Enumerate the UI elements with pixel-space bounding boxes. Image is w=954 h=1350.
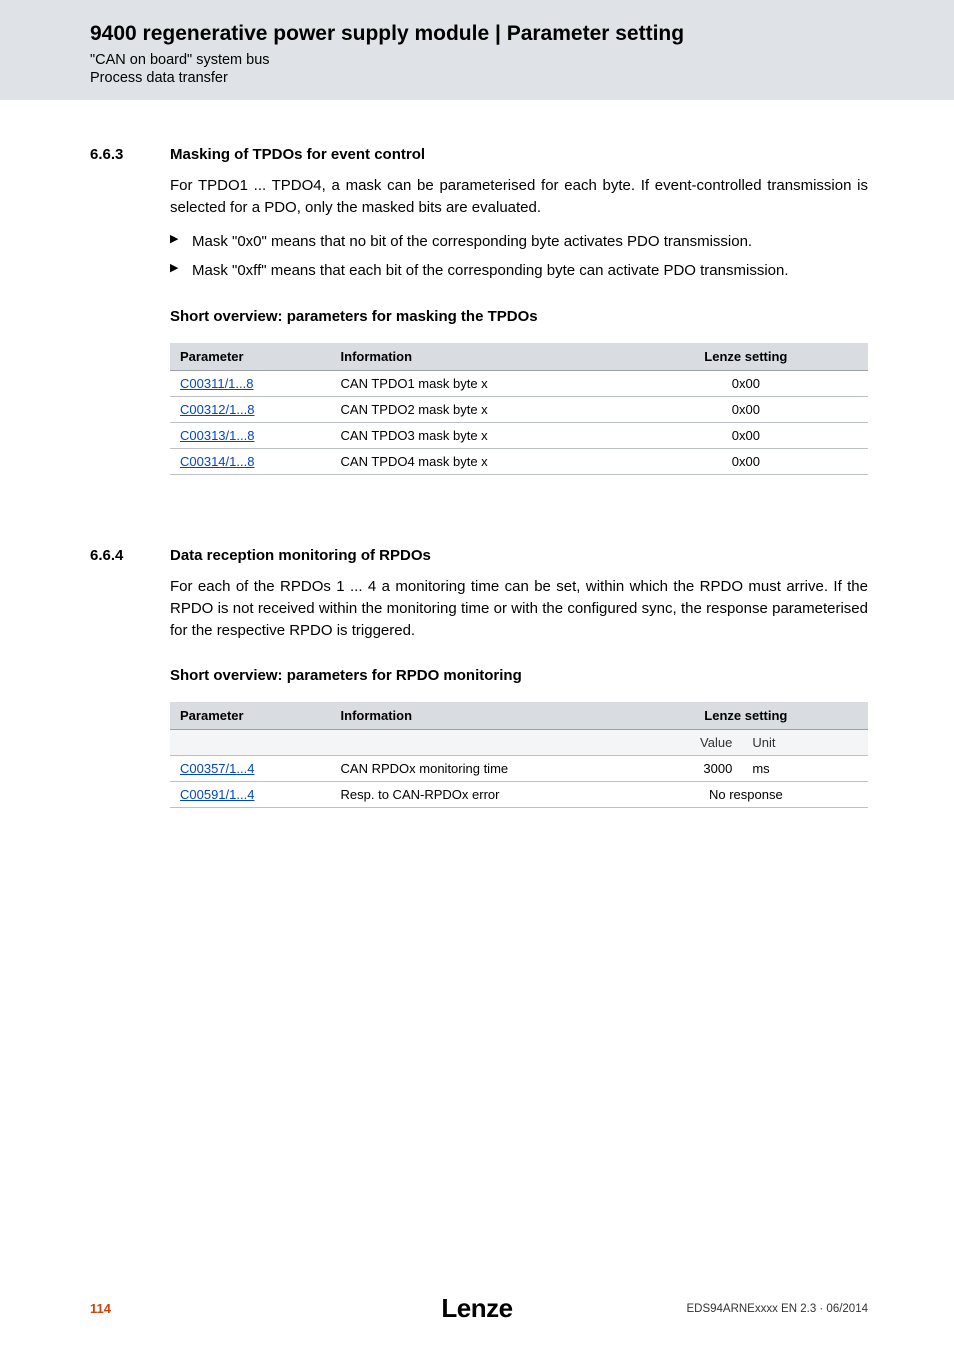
section-body: For each of the RPDOs 1 ... 4 a monitori… bbox=[170, 576, 868, 808]
bullet-item: Mask "0xff" means that each bit of the c… bbox=[170, 260, 868, 282]
table-row: C00312/1...8 CAN TPDO2 mask byte x 0x00 bbox=[170, 397, 868, 423]
subhdr-unit: Unit bbox=[742, 730, 868, 756]
cell-info: CAN TPDO2 mask byte x bbox=[331, 397, 624, 423]
cell-info: Resp. to CAN-RPDOx error bbox=[331, 782, 624, 808]
table-row: C00357/1...4 CAN RPDOx monitoring time 3… bbox=[170, 756, 868, 782]
cell-info: CAN TPDO3 mask byte x bbox=[331, 423, 624, 449]
bullet-list: Mask "0x0" means that no bit of the corr… bbox=[170, 231, 868, 283]
param-link[interactable]: C00312/1...8 bbox=[180, 402, 254, 417]
section-title: Masking of TPDOs for event control bbox=[170, 146, 425, 163]
section-number: 6.6.4 bbox=[90, 547, 170, 564]
th-parameter: Parameter bbox=[170, 343, 331, 371]
table-row: C00313/1...8 CAN TPDO3 mask byte x 0x00 bbox=[170, 423, 868, 449]
page-number: 114 bbox=[90, 1301, 111, 1316]
rpdo-monitor-table: Parameter Information Lenze setting Valu… bbox=[170, 702, 868, 808]
th-setting: Lenze setting bbox=[624, 343, 868, 371]
section-body: For TPDO1 ... TPDO4, a mask can be param… bbox=[170, 175, 868, 475]
th-setting: Lenze setting bbox=[624, 702, 868, 730]
page-footer: 114 Lenze EDS94ARNExxxx EN 2.3 · 06/2014 bbox=[0, 1301, 954, 1316]
header-subtitle-1: "CAN on board" system bus bbox=[90, 52, 954, 68]
cell-unit: ms bbox=[742, 756, 868, 782]
param-link[interactable]: C00314/1...8 bbox=[180, 454, 254, 469]
cell-setting: 0x00 bbox=[624, 423, 868, 449]
th-information: Information bbox=[331, 343, 624, 371]
section-number: 6.6.3 bbox=[90, 146, 170, 163]
cell-combined: No response bbox=[624, 782, 868, 808]
cell-info: CAN RPDOx monitoring time bbox=[331, 756, 624, 782]
section-heading: 6.6.4 Data reception monitoring of RPDOs bbox=[90, 547, 868, 564]
section-heading: 6.6.3 Masking of TPDOs for event control bbox=[90, 146, 868, 163]
paragraph: For TPDO1 ... TPDO4, a mask can be param… bbox=[170, 175, 868, 219]
table-row: C00314/1...8 CAN TPDO4 mask byte x 0x00 bbox=[170, 449, 868, 475]
section-title: Data reception monitoring of RPDOs bbox=[170, 547, 431, 564]
cell-value: 3000 bbox=[624, 756, 743, 782]
cell-info: CAN TPDO1 mask byte x bbox=[331, 371, 624, 397]
page-header: 9400 regenerative power supply module | … bbox=[0, 0, 954, 100]
param-link[interactable]: C00311/1...8 bbox=[180, 376, 253, 391]
header-title: 9400 regenerative power supply module | … bbox=[90, 22, 954, 46]
param-link[interactable]: C00357/1...4 bbox=[180, 761, 254, 776]
sub-heading: Short overview: parameters for RPDO moni… bbox=[170, 667, 868, 684]
header-subtitle-2: Process data transfer bbox=[90, 70, 954, 86]
param-link[interactable]: C00313/1...8 bbox=[180, 428, 254, 443]
param-link[interactable]: C00591/1...4 bbox=[180, 787, 254, 802]
sub-heading: Short overview: parameters for masking t… bbox=[170, 308, 868, 325]
brand-logo: Lenze bbox=[441, 1293, 512, 1324]
th-information: Information bbox=[331, 702, 624, 730]
page-content: 6.6.3 Masking of TPDOs for event control… bbox=[0, 100, 954, 808]
paragraph: For each of the RPDOs 1 ... 4 a monitori… bbox=[170, 576, 868, 641]
subhdr-value: Value bbox=[624, 730, 743, 756]
tpdo-mask-table: Parameter Information Lenze setting C003… bbox=[170, 343, 868, 475]
cell-setting: 0x00 bbox=[624, 449, 868, 475]
cell-info: CAN TPDO4 mask byte x bbox=[331, 449, 624, 475]
document-id: EDS94ARNExxxx EN 2.3 · 06/2014 bbox=[686, 1303, 868, 1315]
table-row: C00591/1...4 Resp. to CAN-RPDOx error No… bbox=[170, 782, 868, 808]
bullet-item: Mask "0x0" means that no bit of the corr… bbox=[170, 231, 868, 253]
cell-setting: 0x00 bbox=[624, 371, 868, 397]
th-parameter: Parameter bbox=[170, 702, 331, 730]
cell-setting: 0x00 bbox=[624, 397, 868, 423]
table-subheader-row: Value Unit bbox=[170, 730, 868, 756]
table-row: C00311/1...8 CAN TPDO1 mask byte x 0x00 bbox=[170, 371, 868, 397]
